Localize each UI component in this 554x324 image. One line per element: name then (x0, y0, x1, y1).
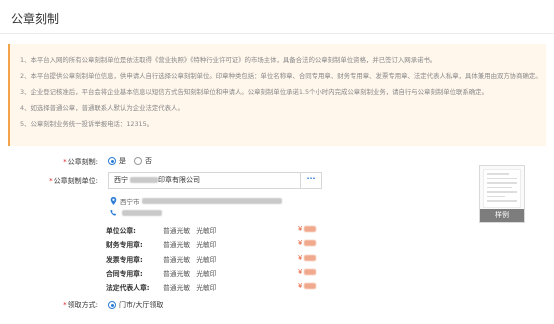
redacted-price (304, 268, 317, 275)
seal-opt-normal[interactable]: 普通光敏 (163, 254, 190, 264)
redacted-text (130, 177, 158, 183)
notice-line: 5、公章刻制业务统一投诉举报电话：12315。 (20, 120, 154, 128)
unit-label: *公章刻制单位: (6, 176, 98, 186)
seal-opt-normal[interactable]: 普通光敏 (163, 282, 190, 292)
pickup-radio-group: 门市/大厅领取 (108, 300, 163, 310)
redacted-price (304, 254, 317, 261)
seal-opt-photo[interactable]: 光敏印 (196, 239, 216, 249)
unit-address: 西宁市 (110, 196, 282, 206)
more-options-button[interactable]: ··· (300, 173, 321, 188)
unit-label-text: 公章刻制单位: (53, 177, 98, 185)
seal-opt-photo-label: 光敏印 (196, 227, 217, 235)
sample-thumbnail[interactable]: 样例 (479, 165, 525, 223)
currency-symbol: ¥ (298, 253, 303, 262)
seal-opt-photo-label: 光敏印 (196, 255, 217, 264)
required-mark: * (49, 177, 53, 185)
redacted-price (304, 283, 317, 290)
seal-name: 合同专用章: (106, 269, 143, 278)
sample-document-image (483, 169, 521, 208)
pickup-label-text: 领取方式: (67, 301, 98, 309)
radio-unchecked-icon[interactable] (134, 157, 142, 165)
seal-option-no-label: 否 (145, 157, 152, 165)
seal-opt-photo-label: 光敏印 (196, 269, 217, 278)
seal-opt-photo[interactable]: 光敏印 (196, 254, 216, 264)
seal-opt-photo[interactable]: 光敏印 (196, 225, 216, 235)
seal-opt-photo-label: 光敏印 (196, 284, 217, 293)
seal-price: ¥ (298, 253, 317, 262)
currency-symbol: ¥ (298, 267, 303, 276)
sample-label: 样例 (480, 209, 524, 222)
seal-material-options: 普通光敏 光敏印 (163, 282, 223, 292)
notice-line: 1、本平台入网的所有公章刻制单位是依法取得《营业执照》《特种行业许可证》的市场主… (20, 56, 437, 64)
seal-opt-normal[interactable]: 普通光敏 (163, 239, 190, 249)
seal-opt-normal-label: 普通光敏 (163, 269, 191, 278)
redacted-text (122, 210, 162, 216)
seal-opt-photo[interactable]: 光敏印 (196, 282, 216, 292)
radio-checked-icon[interactable] (108, 157, 116, 165)
address-text: 西宁市 (120, 198, 140, 206)
pickup-option-counter[interactable]: 门市/大厅领取 (108, 300, 163, 310)
seal-opt-normal-label: 普通光敏 (163, 255, 191, 264)
seal-label: *公章刻制: (6, 157, 98, 167)
notice-line: 2、本平台提供公章刻制单位信息，供申请人自行选择公章刻制单位。印章种类包括：单位… (20, 72, 540, 80)
notice-line: 3、企业登记核准后，平台会将企业基本信息以短信方式告知刻制单位和申请人。公章刻制… (20, 88, 488, 96)
seal-name: 发票专用章: (106, 255, 143, 264)
seal-opt-normal-label: 普通光敏 (163, 284, 191, 293)
phone-icon (110, 209, 117, 216)
unit-phone (110, 209, 162, 217)
seal-opt-normal-label: 普通光敏 (163, 241, 191, 250)
notice-panel: 1、本平台入网的所有公章刻制单位是依法取得《营业执照》《特种行业许可证》的市场主… (8, 44, 546, 146)
seal-opt-normal-label: 普通光敏 (163, 227, 191, 235)
location-pin-icon (110, 197, 117, 205)
currency-symbol: ¥ (298, 282, 303, 291)
notice-line: 4、如选择普通公章，普通联系人默认为企业法定代表人。 (20, 104, 184, 112)
seal-label-text: 公章刻制: (67, 158, 98, 166)
seal-material-options: 普通光敏 光敏印 (163, 268, 223, 278)
seal-material-options: 普通光敏 光敏印 (163, 239, 223, 249)
seal-option-yes-label: 是 (119, 157, 126, 165)
redacted-text (141, 198, 282, 204)
seal-material-options: 普通光敏 光敏印 (163, 254, 223, 264)
seal-price: ¥ (298, 225, 317, 233)
seal-option-yes[interactable]: 是 (108, 156, 126, 166)
seal-opt-photo-label: 光敏印 (196, 241, 217, 250)
required-mark: * (63, 301, 67, 309)
seal-opt-normal[interactable]: 普通光敏 (163, 225, 190, 235)
seal-name: 财务专用章: (106, 241, 143, 250)
title-divider (0, 33, 554, 34)
unit-select-input[interactable]: 西宁 印章有限公司 (108, 172, 322, 189)
page-title: 公章刻制 (11, 12, 60, 26)
pickup-option-label: 门市/大厅领取 (119, 301, 164, 309)
seal-opt-normal[interactable]: 普通光敏 (163, 268, 190, 278)
required-mark: * (63, 158, 67, 166)
seal-radio-group: 是 否 (108, 156, 160, 166)
seal-material-options: 普通光敏 光敏印 (163, 225, 223, 235)
seal-name: 法定代表人章: (106, 284, 150, 293)
seal-option-no[interactable]: 否 (134, 156, 152, 166)
currency-symbol: ¥ (298, 225, 303, 233)
redacted-price (304, 226, 317, 232)
unit-value-suffix: 印章有限公司 (158, 176, 200, 184)
pickup-label: *领取方式: (6, 300, 98, 310)
redacted-price (304, 240, 317, 247)
unit-value-prefix: 西宁 (114, 176, 128, 184)
seal-price: ¥ (298, 267, 317, 276)
seal-price: ¥ (298, 282, 317, 291)
radio-checked-icon[interactable] (108, 301, 116, 309)
currency-symbol: ¥ (298, 239, 303, 248)
seal-price: ¥ (298, 239, 317, 248)
seal-opt-photo[interactable]: 光敏印 (196, 268, 216, 278)
seal-name: 单位公章: (106, 227, 136, 235)
